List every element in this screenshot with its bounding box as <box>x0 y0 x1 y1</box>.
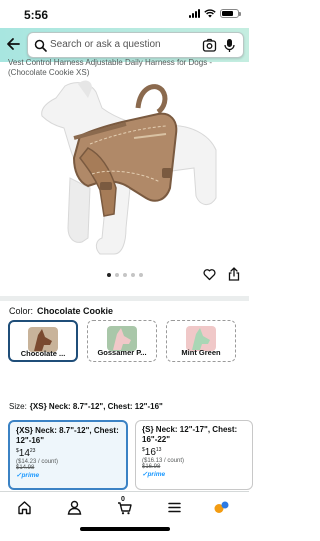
signal-icon <box>189 9 200 18</box>
price-whole: 16 <box>144 447 156 458</box>
swatch-gossamer-pink[interactable]: Gossamer P... <box>87 320 157 362</box>
battery-icon <box>220 9 241 18</box>
search-icon <box>34 39 47 52</box>
back-arrow-icon[interactable] <box>6 37 20 51</box>
carousel-dot[interactable] <box>122 273 127 277</box>
account-icon[interactable] <box>67 500 82 515</box>
prime-label: prime <box>147 471 166 478</box>
cart-count: 0 <box>121 496 125 503</box>
camera-scan-icon[interactable] <box>202 38 217 53</box>
size-option-s[interactable]: {S} Neck: 12"-17", Chest: 16"-22" $1613 … <box>135 420 253 490</box>
status-icons <box>189 9 241 18</box>
search-placeholder: Search or ask a question <box>50 39 161 50</box>
section-divider <box>0 296 249 301</box>
color-label-row: Color: Chocolate Cookie <box>9 306 113 316</box>
status-time: 5:56 <box>24 8 49 22</box>
size-label-row: Size: {XS} Neck: 8.7"-12", Chest: 12"-16" <box>9 402 163 411</box>
home-icon[interactable] <box>17 500 32 515</box>
selected-color: Chocolate Cookie <box>37 306 114 316</box>
carousel-dot[interactable] <box>138 273 143 277</box>
wifi-icon <box>204 9 216 18</box>
swatch-label: Chocolate ... <box>20 349 66 358</box>
prime-badge: ✓prime <box>16 472 40 479</box>
carousel-dot[interactable] <box>130 273 135 277</box>
menu-icon[interactable] <box>167 500 182 515</box>
color-swatches: Chocolate ... Gossamer P... Mint Green <box>8 320 249 362</box>
share-icon[interactable] <box>228 267 240 281</box>
status-bar: 5:56 <box>0 0 249 30</box>
carousel-dot[interactable] <box>114 273 119 277</box>
price-fraction: 13 <box>155 447 162 453</box>
price-whole: 14 <box>18 448 30 459</box>
size-label: Size: <box>9 402 27 411</box>
swatch-label: Gossamer P... <box>97 348 147 357</box>
microphone-icon[interactable] <box>224 38 235 53</box>
size-option-title: {XS} Neck: 8.7"-12", Chest: 12"-16" <box>16 426 119 445</box>
heart-icon[interactable] <box>203 268 216 281</box>
swatch-label: Mint Green <box>181 348 221 357</box>
swatch-mint-green[interactable]: Mint Green <box>166 320 236 362</box>
selected-size: {XS} Neck: 8.7"-12", Chest: 12"-16" <box>29 402 163 411</box>
size-option-title: {S} Neck: 12"-17", Chest: 16"-22" <box>142 425 238 444</box>
prime-label: prime <box>21 472 40 479</box>
bottom-nav: 0 <box>0 491 249 541</box>
search-header: Search or ask a question <box>0 28 249 62</box>
color-label: Color: <box>9 306 34 316</box>
product-image[interactable] <box>30 78 220 260</box>
size-option-xs[interactable]: {XS} Neck: 8.7"-12", Chest: 12"-16" $142… <box>8 420 128 490</box>
size-option-price: $1613 <box>142 447 162 458</box>
rufus-ai-icon[interactable] <box>214 500 229 515</box>
price-fraction: 23 <box>29 448 36 454</box>
prime-badge: ✓prime <box>142 471 166 478</box>
search-input[interactable]: Search or ask a question <box>27 32 244 58</box>
carousel-dot[interactable] <box>106 273 111 277</box>
product-title: Vest Control Harness Adjustable Daily Ha… <box>8 58 213 77</box>
size-option-price: $1423 <box>16 448 36 459</box>
swatch-chocolate-cookie[interactable]: Chocolate ... <box>8 320 78 362</box>
home-indicator <box>80 527 170 531</box>
